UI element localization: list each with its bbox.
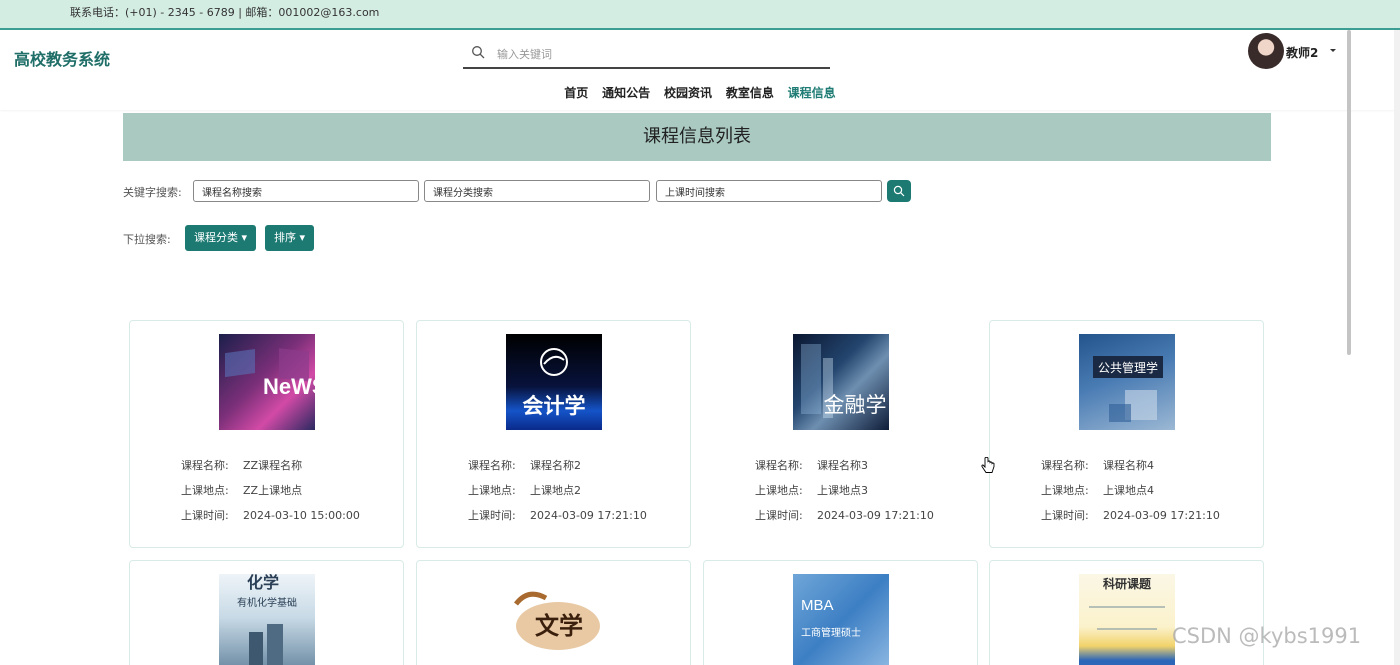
main-nav: 首页 通知公告 校园资讯 教室信息 课程信息 [0, 84, 1400, 101]
course-cover-image[interactable]: 会计学 [505, 334, 602, 430]
course-card[interactable]: 公共管理学 课程名称: 课程名称4 上课地点: 上课地点4 上课时间: 2024-03… [989, 320, 1264, 548]
contact-info: 联系电话：(+01) - 2345 - 6789 | 邮箱：001002@163… [70, 6, 380, 19]
cover-text: 金融学 [823, 393, 886, 417]
nav-home[interactable]: 首页 [564, 84, 588, 101]
course-place-label: 上课地点: [755, 484, 803, 497]
cover-text: 文学 [535, 612, 583, 640]
course-cover-image[interactable]: 化学 有机化学基础 [218, 574, 315, 665]
course-time-label: 上课时间: [181, 509, 229, 522]
course-time: 2024-03-09 17:21:10 [817, 509, 934, 522]
course-place-label: 上课地点: [468, 484, 516, 497]
course-name-label: 课程名称: [755, 459, 803, 472]
cover-text: 会计学 [522, 394, 585, 418]
course-cover-image[interactable]: 科研课题 [1078, 574, 1175, 665]
course-card[interactable]: 会计学 课程名称: 课程名称2 上课地点: 上课地点2 上课时间: 2024-03-0… [416, 320, 691, 548]
cover-subtext: 有机化学基础 [237, 596, 297, 609]
caret-down-icon: ▾ [241, 231, 248, 244]
chemistry-cover-graphic: 化学 有机化学基础 [237, 574, 297, 665]
course-info: 课程名称: 课程名称2 上课地点: 上课地点2 上课时间: 2024-03-09 17… [468, 457, 647, 532]
category-dropdown-label: 课程分类 [194, 231, 238, 244]
course-card[interactable]: NeWS 课程名称: ZZ课程名称 上课地点: ZZ上课地点 上课时间: 2024-0… [129, 320, 404, 548]
course-name: 课程名称3 [817, 459, 868, 472]
finance-cover-graphic: 金融学 [800, 344, 886, 418]
sort-dropdown-button[interactable]: 排序 ▾ [265, 225, 315, 251]
avatar[interactable] [1248, 33, 1284, 69]
category-dropdown-button[interactable]: 课程分类 ▾ [185, 225, 257, 251]
course-place-label: 上课地点: [181, 484, 229, 497]
nav-classrooms[interactable]: 教室信息 [726, 84, 774, 101]
course-card[interactable]: MBA 工商管理硕士 [703, 560, 978, 665]
course-name: 课程名称2 [530, 459, 581, 472]
course-place: ZZ上课地点 [243, 484, 303, 497]
sort-dropdown-label: 排序 [274, 231, 296, 244]
course-cover-image[interactable]: 金融学 [792, 334, 889, 430]
course-place: 上课地点2 [530, 484, 581, 497]
course-card[interactable]: 金融学 课程名称: 课程名称3 上课地点: 上课地点3 上课时间: 2024-03-0… [703, 320, 978, 548]
course-time: 2024-03-09 17:21:10 [1103, 509, 1220, 522]
news-cover-graphic: NeWS [224, 348, 315, 399]
course-card[interactable]: 科研课题 [989, 560, 1264, 665]
course-card[interactable]: 文学 [416, 560, 691, 665]
page-scrollbar[interactable] [1347, 30, 1400, 665]
caret-down-icon[interactable] [1328, 45, 1338, 55]
scrollbar-thumb[interactable] [1347, 30, 1351, 355]
search-icon[interactable] [471, 45, 485, 59]
course-category-search-input[interactable] [424, 180, 650, 202]
literature-cover-graphic: 文学 [513, 591, 600, 650]
search-button[interactable] [887, 180, 911, 202]
course-info: 课程名称: 课程名称3 上课地点: 上课地点3 上课时间: 2024-03-09 17… [755, 457, 934, 532]
site-logo[interactable]: 高校教务系统 [14, 46, 110, 70]
nav-campus-news[interactable]: 校园资讯 [664, 84, 712, 101]
course-cover-image[interactable]: MBA 工商管理硕士 [792, 574, 889, 665]
course-name-label: 课程名称: [468, 459, 516, 472]
course-time: 2024-03-09 17:21:10 [530, 509, 647, 522]
cover-text: 化学 [246, 574, 278, 592]
course-time-search-input[interactable] [656, 180, 882, 202]
cover-text: 公共管理学 [1097, 360, 1157, 375]
dropdown-search-label: 下拉搜索: [123, 233, 171, 246]
course-place: 上课地点3 [817, 484, 868, 497]
course-name: 课程名称4 [1103, 459, 1154, 472]
accounting-cover-graphic: 会计学 [522, 348, 585, 418]
course-place: 上课地点4 [1103, 484, 1154, 497]
research-cover-graphic: 科研课题 [1088, 576, 1165, 630]
page-title: 课程信息列表 [123, 113, 1271, 161]
header: 高校教务系统 教师2 首页 通知公告 校园资讯 教室信息 课程信息 [0, 30, 1400, 110]
cover-text: NeWS [263, 374, 315, 399]
course-time-label: 上课时间: [468, 509, 516, 522]
course-name-label: 课程名称: [181, 459, 229, 472]
hand-cursor-icon [981, 457, 995, 473]
keyword-search-label: 关键字搜索: [123, 186, 182, 199]
search-input[interactable] [497, 44, 817, 64]
cover-subtext: 工商管理硕士 [801, 626, 861, 639]
course-name: ZZ课程名称 [243, 459, 303, 472]
course-cover-image[interactable]: 公共管理学 [1078, 334, 1175, 430]
cover-text: 科研课题 [1102, 576, 1151, 591]
mba-cover-graphic: MBA 工商管理硕士 [801, 597, 861, 639]
course-cover-image[interactable]: 文学 [505, 574, 602, 665]
course-name-search-input[interactable] [193, 180, 419, 202]
username[interactable]: 教师2 [1286, 44, 1318, 61]
nav-notices[interactable]: 通知公告 [602, 84, 650, 101]
search-box [463, 39, 830, 69]
cover-text: MBA [801, 597, 834, 614]
course-cover-image[interactable]: NeWS [218, 334, 315, 430]
course-info: 课程名称: ZZ课程名称 上课地点: ZZ上课地点 上课时间: 2024-03-10 … [181, 457, 360, 532]
course-card[interactable]: 化学 有机化学基础 [129, 560, 404, 665]
course-info: 课程名称: 课程名称4 上课地点: 上课地点4 上课时间: 2024-03-09 17… [1041, 457, 1220, 532]
public-admin-cover-graphic: 公共管理学 [1092, 356, 1163, 422]
course-time-label: 上课时间: [1041, 509, 1089, 522]
watermark: CSDN @kybs1991 [1172, 624, 1362, 648]
nav-courses[interactable]: 课程信息 [788, 84, 836, 101]
caret-down-icon: ▾ [299, 231, 306, 244]
course-time: 2024-03-10 15:00:00 [243, 509, 360, 522]
course-name-label: 课程名称: [1041, 459, 1089, 472]
top-info-bar: 联系电话：(+01) - 2345 - 6789 | 邮箱：001002@163… [0, 0, 1400, 30]
course-time-label: 上课时间: [755, 509, 803, 522]
course-place-label: 上课地点: [1041, 484, 1089, 497]
search-icon [893, 185, 905, 197]
